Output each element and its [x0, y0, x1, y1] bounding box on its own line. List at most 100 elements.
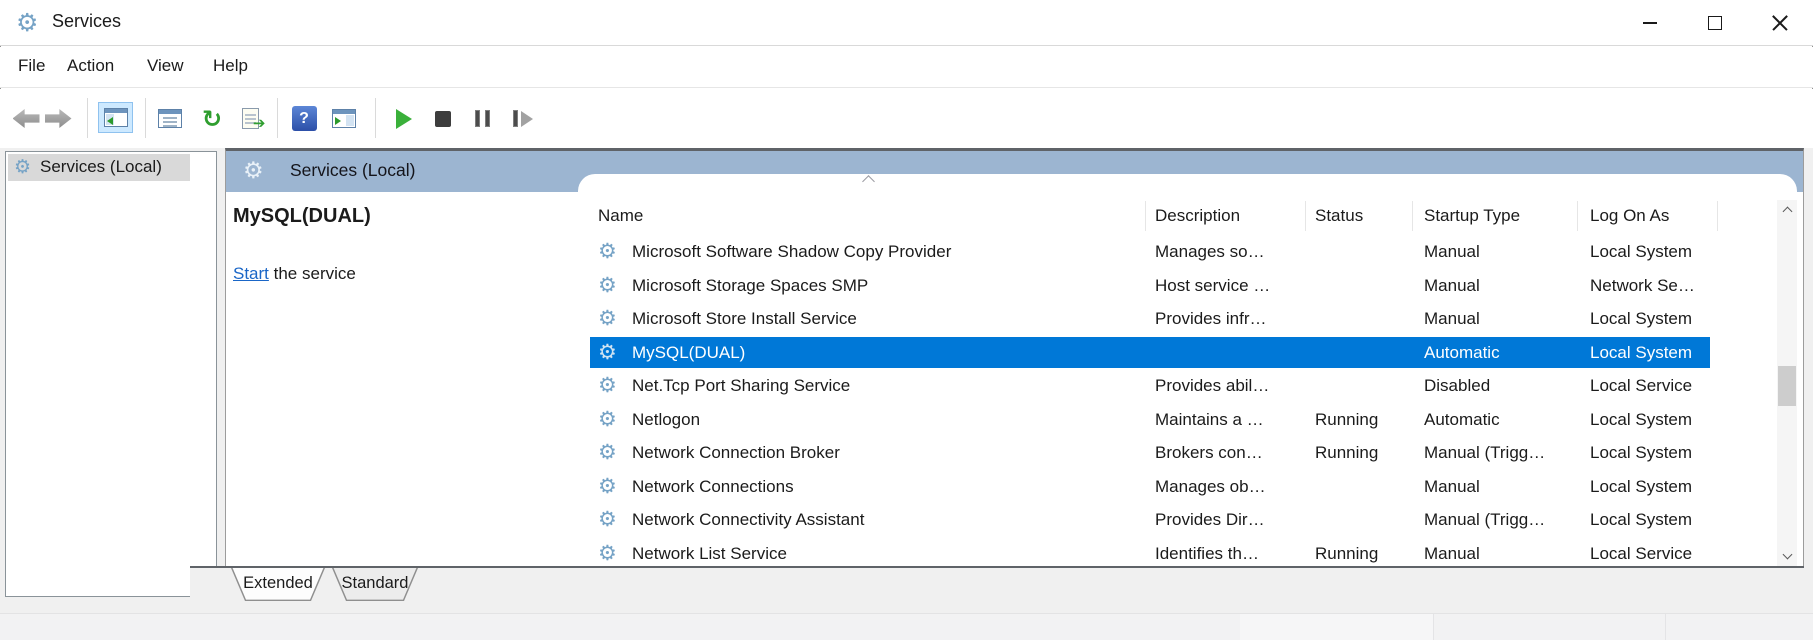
- action-pane-icon: [332, 109, 356, 128]
- cell-log-on-as: Local Service: [1590, 369, 1692, 403]
- footer-block: [1240, 614, 1433, 640]
- menu-help[interactable]: Help: [213, 56, 248, 76]
- cell-startup-type: Manual: [1424, 269, 1480, 303]
- column-divider[interactable]: [1412, 201, 1413, 231]
- scroll-down-button[interactable]: [1777, 546, 1797, 566]
- table-row[interactable]: ⚙ Netlogon Maintains a … Running Automat…: [578, 403, 1777, 437]
- table-row[interactable]: ⚙ Microsoft Storage Spaces SMP Host serv…: [578, 269, 1777, 303]
- service-gear-icon: ⚙: [598, 369, 617, 403]
- column-header-status[interactable]: Status: [1315, 198, 1363, 234]
- cell-log-on-as: Local System: [1590, 235, 1692, 269]
- start-service-button[interactable]: [388, 102, 420, 135]
- cell-description: Maintains a …: [1155, 403, 1264, 437]
- console-tree-panel: ⚙ Services (Local): [5, 151, 217, 597]
- services-main-panel: ⚙ Services (Local) MySQL(DUAL) Start the…: [225, 148, 1804, 566]
- footer-separator: [1665, 614, 1666, 640]
- column-header-startup-type[interactable]: Startup Type: [1424, 198, 1520, 234]
- cell-name: Network Connections: [632, 470, 794, 504]
- stop-service-button[interactable]: [427, 102, 459, 135]
- cell-description: Host service …: [1155, 269, 1270, 303]
- cell-startup-type: Automatic: [1424, 336, 1500, 370]
- column-header-name[interactable]: Name: [598, 198, 643, 234]
- cell-status: Running: [1315, 403, 1378, 437]
- service-gear-icon: ⚙: [598, 235, 617, 269]
- table-row[interactable]: ⚙ Net.Tcp Port Sharing Service Provides …: [578, 369, 1777, 403]
- cell-name: Network Connection Broker: [632, 436, 840, 470]
- scroll-up-button[interactable]: [1777, 200, 1797, 220]
- service-action-text: Start the service: [233, 261, 356, 287]
- footer-strip: [0, 613, 1813, 640]
- cell-startup-type: Manual: [1424, 537, 1480, 567]
- service-action-suffix: the service: [269, 264, 356, 283]
- table-row[interactable]: ⚙ Network List Service Identifies th… Ru…: [578, 537, 1777, 567]
- forward-arrow-icon: [45, 109, 72, 128]
- services-window: ⚙ Services File Action View Help ↻ ➔ ?: [0, 0, 1813, 640]
- cell-log-on-as: Local Service: [1590, 537, 1692, 567]
- start-service-link[interactable]: Start: [233, 264, 269, 283]
- minimize-button[interactable]: [1617, 0, 1682, 45]
- scrollbar-thumb[interactable]: [1778, 366, 1796, 406]
- show-console-tree-button[interactable]: [98, 102, 133, 133]
- tab-standard[interactable]: Standard: [332, 568, 418, 601]
- column-divider[interactable]: [1305, 201, 1306, 231]
- help-button[interactable]: ?: [288, 102, 320, 135]
- vertical-scrollbar[interactable]: [1777, 200, 1797, 566]
- tree-item-services-local[interactable]: ⚙ Services (Local): [8, 154, 190, 181]
- cell-name: Net.Tcp Port Sharing Service: [632, 369, 850, 403]
- back-button[interactable]: [10, 102, 42, 135]
- tab-extended[interactable]: Extended: [231, 568, 325, 601]
- table-row[interactable]: ⚙ Network Connections Manages ob… Manual…: [578, 470, 1777, 504]
- table-header: Name Description Status Startup Type Log…: [578, 198, 1777, 234]
- export-list-button[interactable]: ➔: [234, 102, 266, 135]
- toolbar-separator: [87, 98, 88, 138]
- refresh-button[interactable]: ↻: [196, 102, 228, 135]
- cell-startup-type: Manual (Trigg…: [1424, 503, 1545, 537]
- cell-log-on-as: Local System: [1590, 302, 1692, 336]
- forward-button[interactable]: [42, 102, 74, 135]
- close-button[interactable]: [1747, 0, 1812, 45]
- cell-description: Identifies th…: [1155, 537, 1259, 567]
- properties-button[interactable]: [154, 102, 186, 135]
- menu-action[interactable]: Action: [67, 56, 114, 76]
- restart-service-button[interactable]: [505, 102, 541, 135]
- services-header-icon: ⚙: [243, 158, 264, 184]
- service-gear-icon: ⚙: [598, 269, 617, 303]
- services-app-icon: ⚙: [16, 8, 38, 38]
- menu-bar: File Action View Help: [0, 47, 1813, 88]
- window-controls: [1617, 0, 1812, 45]
- service-gear-icon: ⚙: [598, 470, 617, 504]
- footer-separator: [1433, 614, 1434, 640]
- cell-description: Provides abil…: [1155, 369, 1269, 403]
- column-divider[interactable]: [1577, 201, 1578, 231]
- cell-log-on-as: Local System: [1590, 503, 1692, 537]
- back-arrow-icon: [13, 109, 40, 128]
- column-header-log-on-as[interactable]: Log On As: [1590, 198, 1669, 234]
- maximize-button[interactable]: [1682, 0, 1747, 45]
- table-row[interactable]: ⚙ Network Connectivity Assistant Provide…: [578, 503, 1777, 537]
- cell-status: Running: [1315, 436, 1378, 470]
- table-row[interactable]: ⚙ Network Connection Broker Brokers con……: [578, 436, 1777, 470]
- cell-name: Microsoft Storage Spaces SMP: [632, 269, 868, 303]
- table-row[interactable]: ⚙ MySQL(DUAL) Automatic Local System: [578, 336, 1777, 370]
- cell-log-on-as: Local System: [1590, 336, 1692, 370]
- help-icon: ?: [292, 106, 317, 131]
- properties-icon: [158, 109, 182, 128]
- minimize-icon: [1643, 22, 1657, 24]
- cell-log-on-as: Local System: [1590, 436, 1692, 470]
- pause-icon: [475, 110, 490, 127]
- play-icon: [396, 109, 412, 129]
- cell-description: Manages ob…: [1155, 470, 1266, 504]
- column-divider[interactable]: [1145, 201, 1146, 231]
- table-row[interactable]: ⚙ Microsoft Software Shadow Copy Provide…: [578, 235, 1777, 269]
- column-divider[interactable]: [1717, 201, 1718, 231]
- menu-view[interactable]: View: [147, 56, 184, 76]
- menu-file[interactable]: File: [18, 56, 45, 76]
- table-row[interactable]: ⚙ Microsoft Store Install Service Provid…: [578, 302, 1777, 336]
- column-header-description[interactable]: Description: [1155, 198, 1240, 234]
- toolbar-separator: [145, 98, 146, 138]
- show-action-pane-button[interactable]: [328, 102, 360, 135]
- service-gear-icon: ⚙: [598, 436, 617, 470]
- cell-name: Network List Service: [632, 537, 787, 567]
- service-gear-icon: ⚙: [598, 537, 617, 567]
- pause-service-button[interactable]: [466, 102, 498, 135]
